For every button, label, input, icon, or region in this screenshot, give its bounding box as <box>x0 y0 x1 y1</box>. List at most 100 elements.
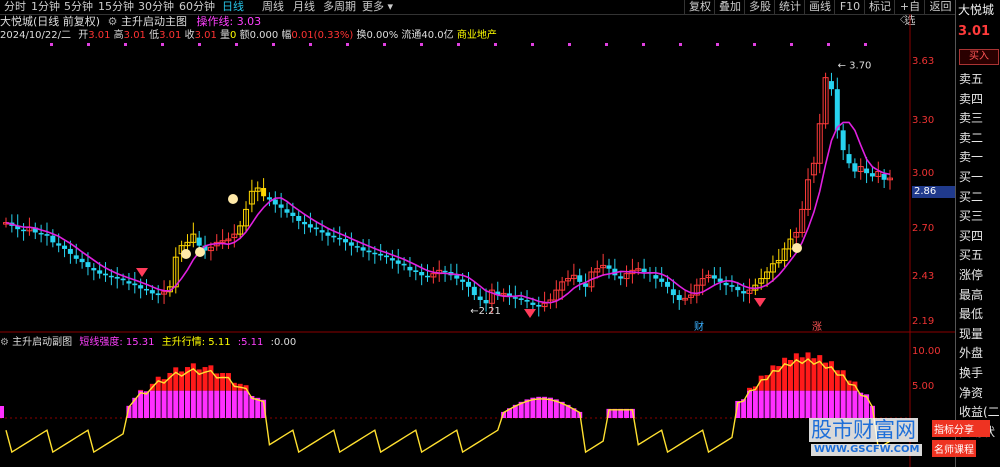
panel-row-2: 卖三 <box>959 111 984 126</box>
strength-bar <box>758 390 764 418</box>
short-value: 15.31 <box>125 337 155 348</box>
candle-body <box>155 293 161 296</box>
ma-line <box>5 121 891 304</box>
diamond-marker <box>754 298 766 307</box>
signal-dot <box>198 43 201 46</box>
candle-body <box>536 304 542 307</box>
signal-dot <box>272 43 275 46</box>
main-bar <box>173 367 179 391</box>
strength-bar <box>823 390 829 418</box>
price-tick-4: 2.43 <box>912 271 935 282</box>
signal-dot <box>679 43 682 46</box>
signal-dot <box>124 43 127 46</box>
strength-bar <box>852 390 858 418</box>
candle-body <box>864 168 870 174</box>
panel-price: 3.01 <box>958 24 991 39</box>
low-annotation: ←2.21 <box>470 306 501 317</box>
sub-indicator-name[interactable]: 主升启动副图 <box>12 337 72 348</box>
main-bar <box>208 365 214 391</box>
panel-row-0: 卖五 <box>959 72 984 86</box>
panel-row-15: 换手 <box>959 366 984 380</box>
candle-body <box>296 216 302 221</box>
main-bar <box>770 365 776 391</box>
candle-body <box>103 273 109 276</box>
strength-bar <box>536 396 542 418</box>
candle-body <box>852 163 858 172</box>
panel-row-11: 最高 <box>959 287 984 302</box>
candle-body <box>73 255 79 259</box>
diamond-corner-icon: ◇ <box>900 14 908 25</box>
candle-body <box>442 270 448 273</box>
sub-val3: :0.00 <box>270 337 297 348</box>
sub-settings-icon[interactable]: ⚙ <box>0 337 9 348</box>
price-tick-0: 3.63 <box>912 56 935 67</box>
panel-row-14: 外盘 <box>959 346 984 361</box>
candle-body <box>741 291 747 294</box>
main-value: 5.11 <box>208 337 231 348</box>
money-bag-icon <box>792 243 802 253</box>
panel-row-5: 买一 <box>959 170 984 184</box>
candle-body <box>44 234 50 236</box>
panel-row-12: 最低 <box>959 307 984 322</box>
buy-button[interactable]: 买入 <box>959 49 999 65</box>
candle-body <box>530 302 536 305</box>
main-bar <box>840 370 846 391</box>
strength-bar <box>805 390 811 418</box>
candle-body <box>284 209 290 213</box>
strength-bar <box>793 390 799 418</box>
candle-body <box>869 173 875 177</box>
watermark-tag1: 指标分享 <box>932 420 990 437</box>
candle-body <box>395 260 401 264</box>
signal-dot <box>531 43 534 46</box>
candle-body <box>477 296 483 300</box>
candle-body <box>389 258 395 261</box>
signal-dot <box>87 43 90 46</box>
zhang-annotation: 涨 <box>812 321 822 333</box>
candle-body <box>670 289 676 296</box>
sub-val2: :5.11 <box>237 337 264 348</box>
main-bar <box>828 361 834 391</box>
watermark-title: 股市财富网 <box>809 418 918 442</box>
candle-body <box>266 197 272 200</box>
candle-body <box>97 270 103 274</box>
panel-row-7: 买三 <box>959 209 984 224</box>
sub-tick-0: 10.00 <box>912 346 941 357</box>
candle-body <box>38 232 44 235</box>
price-tick-3: 2.70 <box>912 223 935 234</box>
candle-body <box>723 282 729 286</box>
strength-bar <box>144 391 150 418</box>
candle-body <box>196 237 202 246</box>
candle-body <box>524 300 530 302</box>
candle-body <box>846 154 852 164</box>
strength-bar <box>770 390 776 418</box>
signal-dot <box>642 43 645 46</box>
candle-body <box>471 286 477 296</box>
candlestick-chart[interactable]: ← 3.70 ←2.21 财 涨 ◇ <box>0 0 955 467</box>
candle-body <box>307 224 313 228</box>
candle-body <box>384 255 390 258</box>
candle-body <box>834 89 840 131</box>
main-bar <box>225 373 231 391</box>
watermark-tag2: 名师课程 <box>932 440 976 457</box>
main-bar <box>782 357 788 391</box>
strength-bar <box>542 396 548 418</box>
candle-body <box>50 235 56 243</box>
signal-dot <box>716 43 719 46</box>
candle-body <box>425 275 431 278</box>
candle-body <box>653 275 659 279</box>
sub-tick-1: 5.00 <box>912 381 935 392</box>
strength-bar <box>196 390 202 418</box>
money-bag-icon <box>195 247 205 257</box>
candle-body <box>138 285 144 289</box>
candle-body <box>302 221 308 225</box>
signal-dot <box>161 43 164 46</box>
main-bar <box>793 353 799 391</box>
candle-body <box>108 275 114 278</box>
candle-body <box>348 242 354 246</box>
candle-body <box>366 250 372 253</box>
candle-body <box>360 247 366 251</box>
candle-body <box>272 199 278 205</box>
strength-bar <box>817 390 823 418</box>
panel-row-1: 卖四 <box>959 91 984 106</box>
candle-body <box>79 258 85 263</box>
